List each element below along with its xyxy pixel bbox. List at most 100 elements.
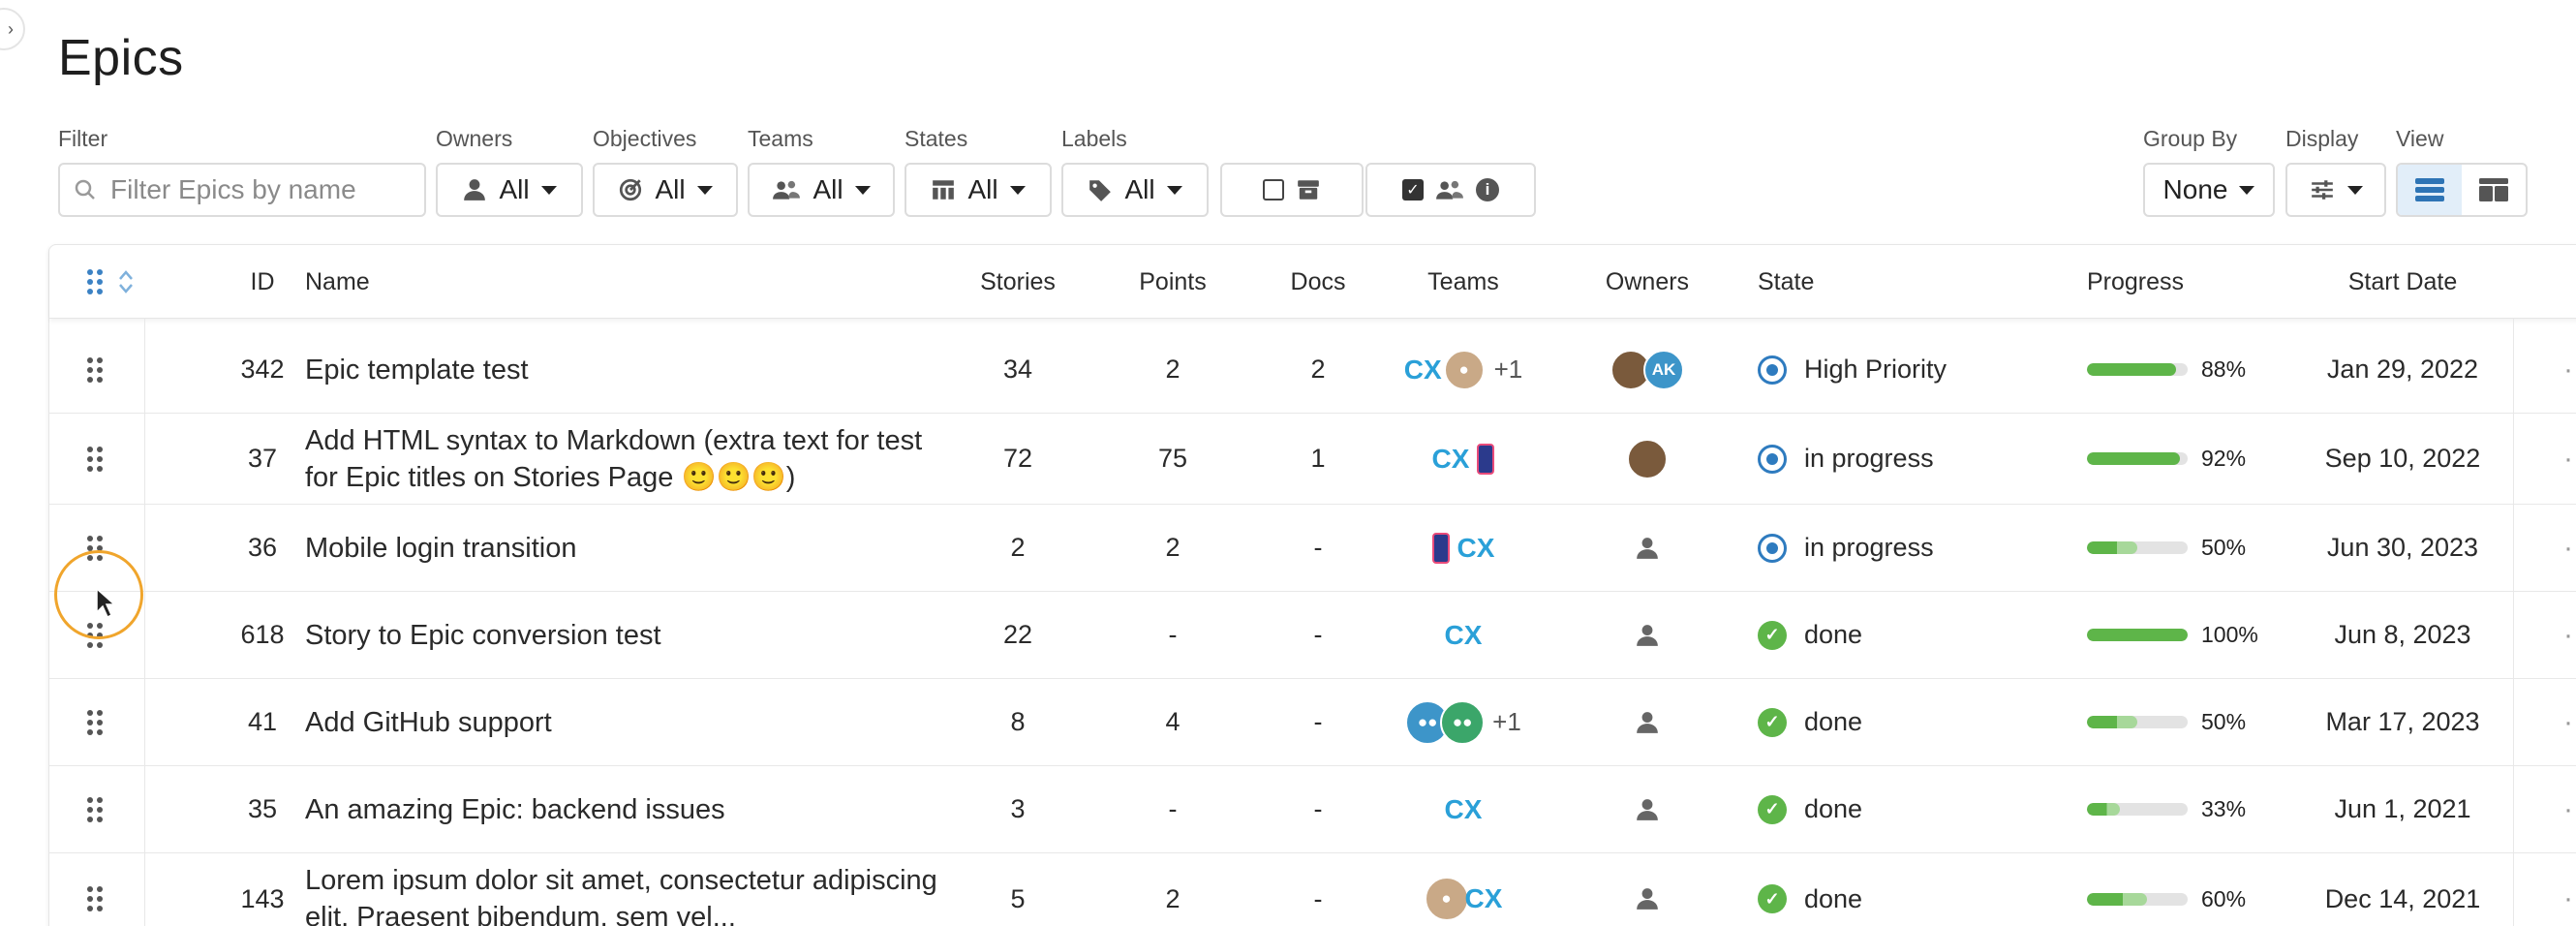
search-input[interactable]	[110, 174, 401, 205]
table-row[interactable]: 35 An amazing Epic: backend issues 3 - -…	[49, 766, 2576, 853]
display-options-toggle[interactable]: ✓ i	[1365, 163, 1536, 217]
epic-name-link[interactable]: An amazing Epic: backend issues	[305, 791, 725, 828]
labels-dropdown[interactable]: All	[1061, 163, 1209, 217]
display-dropdown[interactable]	[2285, 163, 2386, 217]
state-label: in progress	[1804, 533, 1934, 562]
row-teams[interactable]: CX	[1395, 414, 1531, 504]
list-view-icon	[2415, 178, 2444, 201]
owner-avatar	[1627, 438, 1668, 479]
drag-handle-icon[interactable]	[86, 414, 104, 504]
row-owners[interactable]	[1579, 853, 1715, 926]
row-owners[interactable]	[1579, 592, 1715, 678]
drag-handle-icon[interactable]	[86, 853, 104, 926]
row-docs: 1	[1310, 444, 1326, 473]
search-box[interactable]	[58, 163, 426, 217]
in-progress-icon	[1758, 444, 1787, 474]
chevron-down-icon	[854, 185, 871, 195]
more-horizontal-icon[interactable]: ···	[2563, 326, 2576, 413]
row-owners[interactable]	[1579, 766, 1715, 852]
epic-name-link[interactable]: Mobile login transition	[305, 530, 576, 567]
epic-name-link[interactable]: Add GitHub support	[305, 704, 552, 741]
done-check-icon: ✓	[1758, 884, 1787, 913]
row-teams[interactable]: CX	[1395, 505, 1531, 591]
state-label: done	[1804, 707, 1863, 736]
sidebar-toggle-button[interactable]: ›	[0, 8, 25, 50]
more-horizontal-icon[interactable]: ···	[2563, 414, 2576, 504]
sort-icon[interactable]	[117, 268, 135, 295]
display-label: Display	[2285, 126, 2359, 151]
column-header-start-date[interactable]: Start Date	[2315, 245, 2490, 319]
owners-dropdown[interactable]: All	[436, 163, 583, 217]
progress-fill	[2087, 892, 2148, 906]
column-header-name[interactable]: Name	[305, 245, 370, 319]
team-avatar-icon: ●●	[1440, 699, 1486, 745]
show-archived-toggle[interactable]	[1220, 163, 1364, 217]
teams-dropdown[interactable]: All	[748, 163, 895, 217]
more-horizontal-icon[interactable]: ···	[2563, 505, 2576, 591]
row-owners[interactable]	[1579, 414, 1715, 504]
sliders-icon	[2312, 180, 2333, 200]
more-horizontal-icon[interactable]: ···	[2563, 592, 2576, 678]
row-teams[interactable]: CX ● +1	[1386, 326, 1541, 413]
progress-fill	[2087, 629, 2188, 641]
row-state[interactable]: ✓ done	[1758, 766, 1862, 852]
more-horizontal-icon[interactable]: ···	[2563, 679, 2576, 765]
table-row[interactable]: 143 Lorem ipsum dolor sit amet, consecte…	[49, 853, 2576, 926]
row-owners[interactable]	[1579, 679, 1715, 765]
row-start-date: Jun 1, 2021	[2334, 794, 2471, 823]
row-progress: 92%	[2087, 414, 2246, 504]
group-by-dropdown[interactable]: None	[2143, 163, 2275, 217]
row-state[interactable]: High Priority	[1758, 326, 1947, 413]
row-stories: 2	[1010, 533, 1026, 562]
states-filter: States All	[905, 124, 1052, 217]
row-owners[interactable]	[1579, 505, 1715, 591]
row-owners[interactable]: AK	[1579, 326, 1715, 413]
column-header-owners[interactable]: Owners	[1579, 245, 1715, 319]
objectives-dropdown[interactable]: All	[593, 163, 738, 217]
done-check-icon: ✓	[1758, 794, 1787, 824]
row-teams[interactable]: ● CX	[1395, 853, 1531, 926]
team-avatar-icon: ●	[1443, 349, 1485, 390]
column-header-points[interactable]: Points	[1105, 245, 1241, 319]
table-row[interactable]: 618 Story to Epic conversion test 22 - -…	[49, 592, 2576, 679]
progress-percent: 92%	[2201, 446, 2247, 471]
drag-handle-icon[interactable]	[86, 766, 104, 852]
epic-name-link[interactable]: Story to Epic conversion test	[305, 617, 661, 654]
row-state[interactable]: ✓ done	[1758, 592, 1862, 678]
column-header-stories[interactable]: Stories	[950, 245, 1086, 319]
more-horizontal-icon[interactable]: ···	[2563, 853, 2576, 926]
row-docs: 2	[1310, 355, 1326, 384]
row-state[interactable]: ✓ done	[1758, 679, 1862, 765]
column-header-progress[interactable]: Progress	[2087, 245, 2184, 319]
row-docs: -	[1313, 533, 1323, 562]
drag-handle-icon[interactable]	[86, 268, 104, 295]
more-horizontal-icon[interactable]: ···	[2563, 766, 2576, 852]
column-header-teams[interactable]: Teams	[1395, 245, 1531, 319]
table-row[interactable]: 36 Mobile login transition 2 2 - CX in p…	[49, 505, 2576, 592]
epic-name-link[interactable]: Lorem ipsum dolor sit amet, consectetur …	[305, 862, 944, 926]
column-header-state[interactable]: State	[1758, 245, 1814, 319]
list-view-button[interactable]	[2398, 165, 2462, 215]
table-row[interactable]: 342 Epic template test 34 2 2 CX ● +1 AK…	[49, 326, 2576, 414]
row-state[interactable]: ✓ done	[1758, 853, 1862, 926]
row-start-date: Jun 8, 2023	[2334, 620, 2471, 649]
row-state[interactable]: in progress	[1758, 505, 1934, 591]
row-teams[interactable]: ●● ●● +1	[1386, 679, 1541, 765]
states-dropdown[interactable]: All	[905, 163, 1052, 217]
table-row[interactable]: 37 Add HTML syntax to Markdown (extra te…	[49, 414, 2576, 505]
drag-handle-icon[interactable]	[86, 679, 104, 765]
epic-name-link[interactable]: Epic template test	[305, 352, 529, 388]
progress-fill	[2087, 541, 2137, 554]
drag-handle-icon[interactable]	[86, 326, 104, 413]
progress-bar	[2087, 541, 2188, 554]
team-icon	[773, 180, 801, 200]
row-teams[interactable]: CX	[1395, 766, 1531, 852]
row-teams[interactable]: CX	[1395, 592, 1531, 678]
table-row[interactable]: 41 Add GitHub support 8 4 - ●● ●● +1 ✓ d…	[49, 679, 2576, 766]
teams-filter: Teams All	[748, 124, 895, 217]
epic-name-link[interactable]: Add HTML syntax to Markdown (extra text …	[305, 422, 944, 496]
board-view-button[interactable]	[2462, 165, 2526, 215]
row-name: Story to Epic conversion test	[305, 592, 944, 678]
row-state[interactable]: in progress	[1758, 414, 1934, 504]
column-header-docs[interactable]: Docs	[1250, 245, 1386, 319]
